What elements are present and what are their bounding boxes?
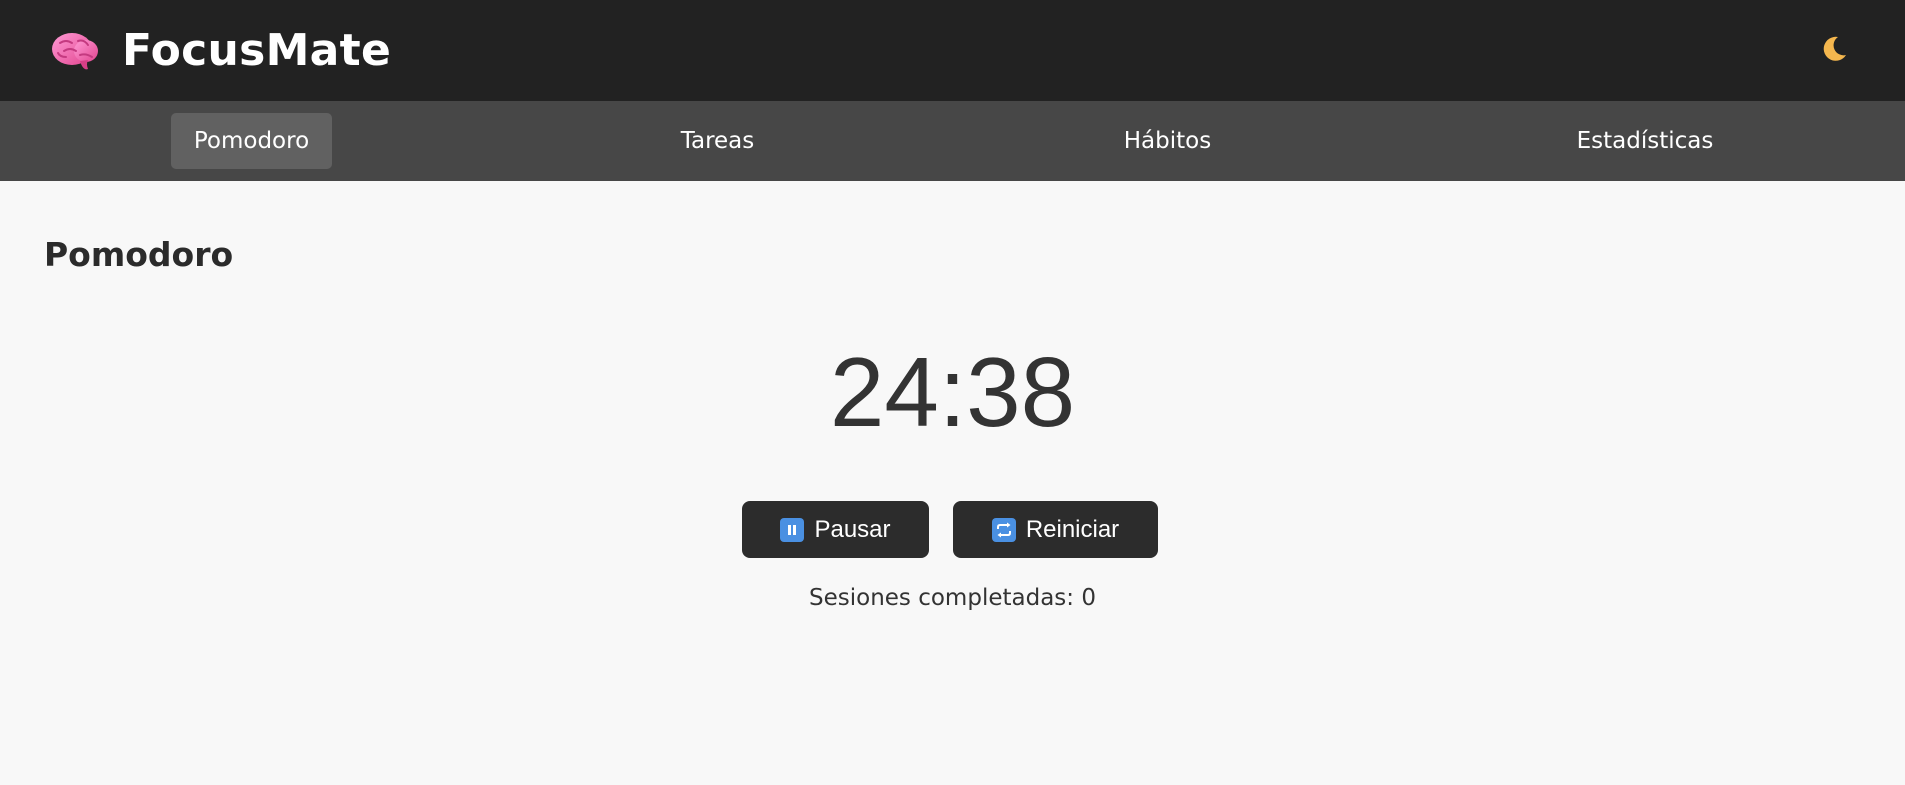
reset-button-label: Reiniciar <box>1025 515 1120 543</box>
tab-habitos[interactable]: Hábitos <box>1090 113 1245 169</box>
brand: FocusMate <box>50 25 391 76</box>
pause-button-label: Pausar <box>814 515 891 543</box>
repeat-icon <box>991 517 1016 542</box>
tab-pomodoro[interactable]: Pomodoro <box>171 113 332 169</box>
crescent-moon-icon <box>1819 34 1849 68</box>
theme-toggle-button[interactable] <box>1816 33 1852 69</box>
pomodoro-panel: Pomodoro 24:38 Pausar Reiniciar Sesiones… <box>0 181 1905 785</box>
timer-controls: Pausar Reiniciar <box>742 501 1158 558</box>
app-header: FocusMate <box>0 0 1905 101</box>
page-title: Pomodoro <box>44 235 234 274</box>
pause-icon <box>780 517 805 542</box>
brain-icon <box>50 29 100 73</box>
sessions-label: Sesiones completadas: <box>809 585 1075 611</box>
timer-display: 24:38 <box>829 337 1076 447</box>
sessions-counter: Sesiones completadas: 0 <box>0 585 1905 611</box>
tab-tareas[interactable]: Tareas <box>640 113 795 169</box>
main-nav: Pomodoro Tareas Hábitos Estadísticas <box>0 101 1905 181</box>
sessions-count: 0 <box>1081 585 1096 611</box>
tab-estadisticas[interactable]: Estadísticas <box>1555 113 1735 169</box>
reset-button[interactable]: Reiniciar <box>953 501 1158 558</box>
pause-button[interactable]: Pausar <box>742 501 929 558</box>
app-title: FocusMate <box>122 25 392 76</box>
